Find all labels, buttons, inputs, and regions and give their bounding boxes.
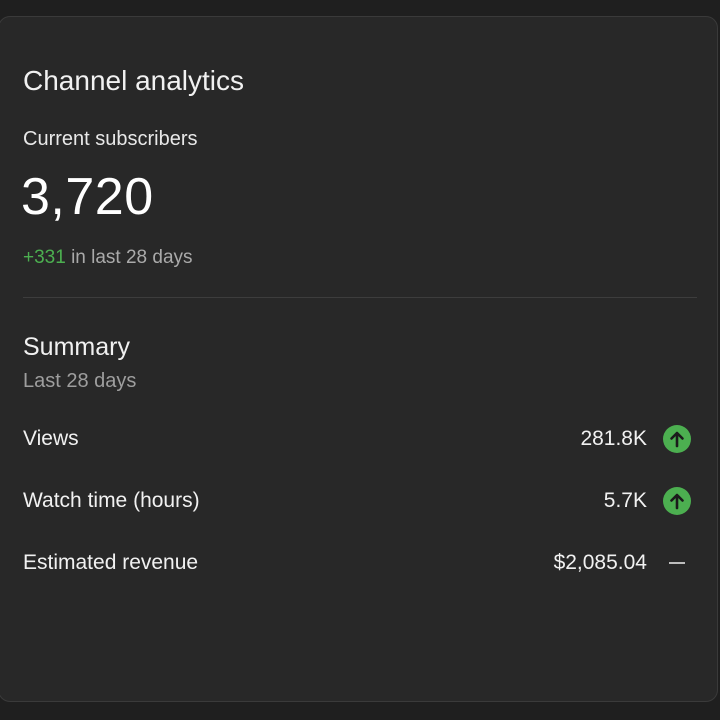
subscribers-label: Current subscribers <box>23 128 198 150</box>
metric-label: Watch time (hours) <box>23 489 200 512</box>
subscribers-change: +331 in last 28 days <box>23 246 193 270</box>
metric-row-watch-time[interactable]: Watch time (hours) 5.7K <box>23 481 695 521</box>
metric-value: $2,085.04 <box>553 551 647 574</box>
metric-label: Views <box>23 427 79 450</box>
metric-row-estimated-revenue[interactable]: Estimated revenue $2,085.04 <box>23 543 695 583</box>
page: Channel analytics Current subscribers 3,… <box>0 0 720 720</box>
arrow-up-circle-icon <box>663 487 691 515</box>
subscribers-change-text: in last 28 days <box>65 247 193 268</box>
section-divider <box>23 297 697 298</box>
card-title: Channel analytics <box>23 65 245 96</box>
metric-label: Estimated revenue <box>23 551 199 574</box>
subscribers-delta: +331 <box>23 247 66 268</box>
metric-value: 281.8K <box>580 427 647 450</box>
dash-icon <box>669 562 685 564</box>
arrow-up-circle-icon <box>663 425 691 453</box>
subscribers-count: 3,720 <box>21 168 154 226</box>
summary-period: Last 28 days <box>23 370 137 392</box>
channel-analytics-card: Channel analytics Current subscribers 3,… <box>0 16 718 702</box>
metric-value: 5.7K <box>603 489 647 512</box>
summary-title: Summary <box>23 333 130 361</box>
metric-row-views[interactable]: Views 281.8K <box>23 419 695 459</box>
